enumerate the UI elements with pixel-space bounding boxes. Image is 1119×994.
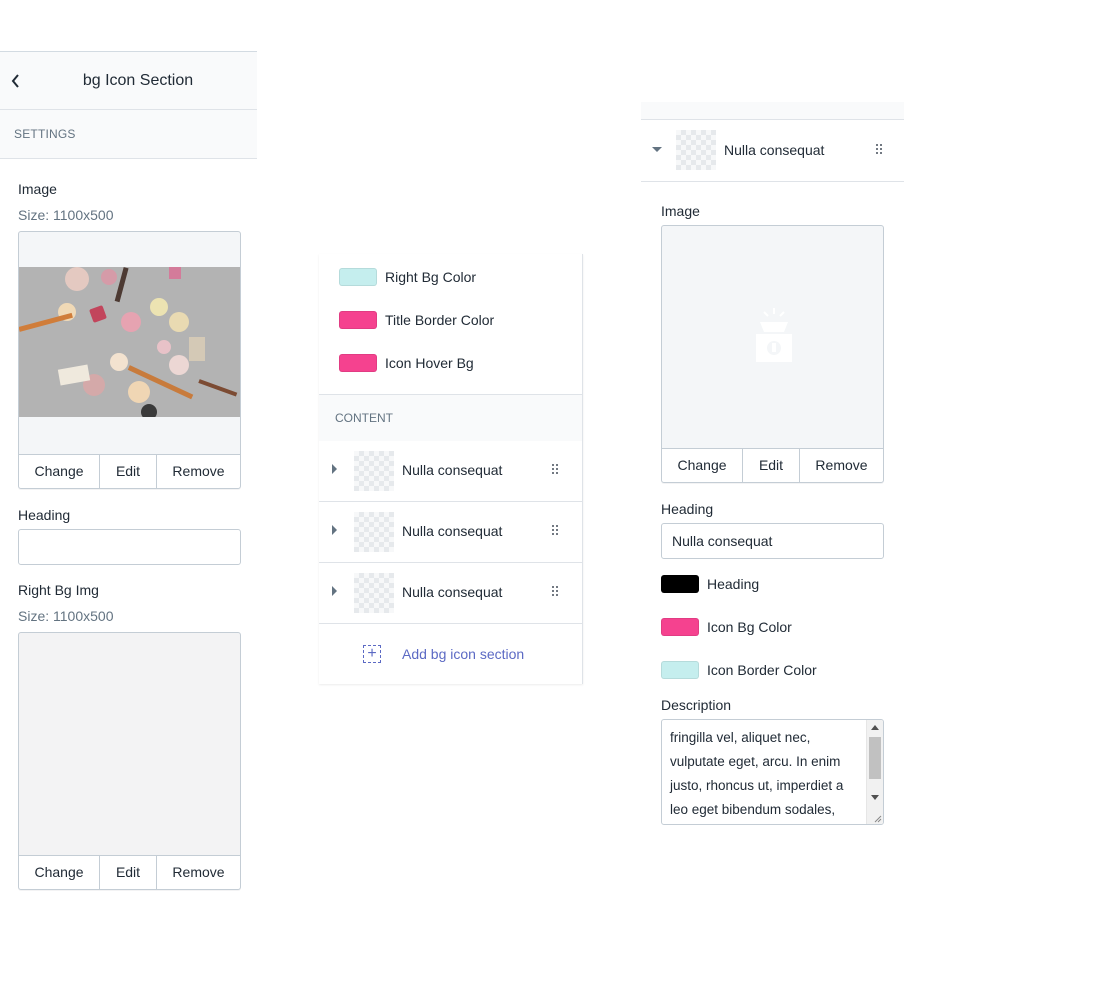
block-image-actions: Change Edit Remove <box>661 448 884 483</box>
right-bg-color-setting[interactable]: Right Bg Color <box>339 267 476 287</box>
image-picker[interactable]: Change Edit Remove <box>18 231 241 489</box>
block-image-picker[interactable]: Change Edit Remove <box>661 225 884 483</box>
block-item[interactable]: Nulla consequat <box>319 502 582 563</box>
description-scrollbar[interactable] <box>866 720 883 824</box>
right-bg-image-actions: Change Edit Remove <box>18 855 241 890</box>
title-border-color-label: Title Border Color <box>385 312 495 328</box>
image-label: Image <box>661 203 700 219</box>
block-item[interactable]: Nulla consequat <box>319 563 582 624</box>
edit-image-button[interactable]: Edit <box>100 455 157 488</box>
icon-bg-color-swatch[interactable] <box>661 618 699 636</box>
settings-section-header: SETTINGS <box>0 110 257 159</box>
expanded-block-header[interactable]: Nulla consequat <box>641 120 904 182</box>
image-placeholder-icon <box>756 308 792 362</box>
icon-hover-bg-setting[interactable]: Icon Hover Bg <box>339 353 474 373</box>
block-label: Nulla consequat <box>724 142 825 158</box>
drag-handle-icon[interactable] <box>552 586 558 598</box>
cosmetics-image <box>19 267 240 417</box>
drag-handle-icon[interactable] <box>552 464 558 476</box>
settings-panel: bg Icon Section SETTINGS Image Size: 110… <box>0 51 257 892</box>
block-thumbnail <box>354 512 394 552</box>
icon-hover-bg-swatch[interactable] <box>339 354 377 372</box>
heading-label: Heading <box>18 507 71 523</box>
scroll-up-arrow-icon[interactable] <box>871 725 879 730</box>
change-block-image-button[interactable]: Change <box>662 449 743 482</box>
expand-caret-icon[interactable] <box>332 586 337 596</box>
panel-header: bg Icon Section <box>0 52 257 110</box>
title-border-color-setting[interactable]: Title Border Color <box>339 310 494 330</box>
block-thumbnail <box>676 130 716 170</box>
right-bg-color-swatch[interactable] <box>339 268 377 286</box>
expand-caret-icon[interactable] <box>332 525 337 535</box>
add-section-icon[interactable]: + <box>363 645 381 663</box>
edit-block-image-button[interactable]: Edit <box>743 449 800 482</box>
drag-handle-icon[interactable] <box>552 525 558 537</box>
icon-border-color-setting[interactable]: Icon Border Color <box>661 660 817 680</box>
heading-input[interactable] <box>18 529 241 565</box>
add-block-link[interactable]: Add bg icon section <box>402 646 524 662</box>
content-heading: CONTENT <box>335 411 393 425</box>
block-thumbnail <box>354 451 394 491</box>
content-section-header: CONTENT <box>319 394 582 442</box>
remove-block-image-button[interactable]: Remove <box>800 449 883 482</box>
heading-color-label: Heading <box>707 576 760 592</box>
expand-caret-icon[interactable] <box>332 464 337 474</box>
panel-top-strip <box>641 102 904 120</box>
block-item[interactable]: Nulla consequat <box>319 441 582 502</box>
change-right-bg-button[interactable]: Change <box>19 856 100 889</box>
settings-heading: SETTINGS <box>14 127 76 141</box>
right-bg-img-size-hint: Size: 1100x500 <box>18 608 114 624</box>
page-title: bg Icon Section <box>82 72 194 89</box>
collapse-caret-icon[interactable] <box>652 147 662 152</box>
image-actions: Change Edit Remove <box>18 454 241 489</box>
heading-color-setting[interactable]: Heading <box>661 574 759 594</box>
block-label: Nulla consequat <box>402 584 503 600</box>
icon-bg-color-setting[interactable]: Icon Bg Color <box>661 617 792 637</box>
remove-right-bg-button[interactable]: Remove <box>157 856 240 889</box>
heading-label: Heading <box>661 501 714 517</box>
scrollbar-thumb[interactable] <box>869 737 881 779</box>
icon-hover-bg-label: Icon Hover Bg <box>385 355 474 371</box>
block-settings-panel: Nulla consequat Image Change Edit Remove… <box>641 102 904 832</box>
block-label: Nulla consequat <box>402 462 503 478</box>
resize-grip-icon[interactable] <box>872 813 882 823</box>
right-bg-img-label: Right Bg Img <box>18 582 99 598</box>
heading-color-swatch[interactable] <box>661 575 699 593</box>
add-block-row[interactable]: + Add bg icon section <box>319 624 582 684</box>
icon-border-color-swatch[interactable] <box>661 661 699 679</box>
heading-input[interactable]: Nulla consequat <box>661 523 884 559</box>
image-size-hint: Size: 1100x500 <box>18 207 114 223</box>
edit-right-bg-button[interactable]: Edit <box>100 856 157 889</box>
change-image-button[interactable]: Change <box>19 455 100 488</box>
image-label: Image <box>18 181 57 197</box>
right-bg-image-picker[interactable]: Change Edit Remove <box>18 632 241 890</box>
drag-handle-icon[interactable] <box>876 144 882 156</box>
remove-image-button[interactable]: Remove <box>157 455 240 488</box>
title-border-color-swatch[interactable] <box>339 311 377 329</box>
block-thumbnail <box>354 573 394 613</box>
scroll-down-arrow-icon[interactable] <box>871 795 879 800</box>
icon-bg-color-label: Icon Bg Color <box>707 619 792 635</box>
right-bg-color-label: Right Bg Color <box>385 269 477 285</box>
icon-border-color-label: Icon Border Color <box>707 662 817 678</box>
block-label: Nulla consequat <box>402 523 503 539</box>
section-blocks-panel: Right Bg Color Title Border Color Icon H… <box>319 254 583 684</box>
description-label: Description <box>661 697 732 713</box>
description-textarea[interactable]: fringilla vel, aliquet nec, vulputate eg… <box>661 719 884 825</box>
description-text: fringilla vel, aliquet nec, vulputate eg… <box>670 730 844 817</box>
